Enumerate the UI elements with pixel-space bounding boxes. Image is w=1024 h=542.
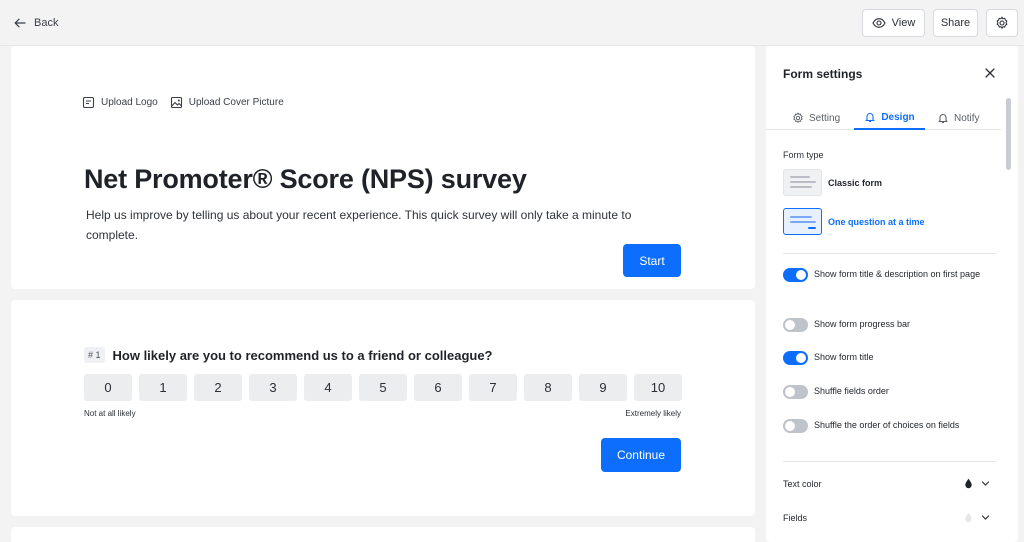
scale-option-10[interactable]: 10: [634, 374, 682, 401]
one-question-thumbnail: [783, 208, 822, 235]
scale-option-6[interactable]: 6: [414, 374, 462, 401]
classic-form-thumbnail: [783, 169, 822, 196]
scale-option-0[interactable]: 0: [84, 374, 132, 401]
fields-color-picker[interactable]: [963, 512, 990, 523]
show-title-desc-label: Show form title & description on first p…: [814, 269, 981, 279]
fields-row: Fields: [783, 512, 990, 523]
scale-option-3[interactable]: 3: [249, 374, 297, 401]
next-card: [11, 527, 755, 542]
scale-option-7[interactable]: 7: [469, 374, 517, 401]
shuffle-choices-toggle[interactable]: [783, 419, 808, 433]
view-label: View: [891, 17, 916, 29]
form-description[interactable]: Help us improve by telling us about your…: [86, 205, 666, 245]
back-button[interactable]: Back: [14, 14, 58, 32]
scale-option-8[interactable]: 8: [524, 374, 572, 401]
upload-cover-label: Upload Cover Picture: [188, 97, 284, 108]
settings-tabs: Setting Design Notify: [766, 104, 1001, 130]
show-title-toggle[interactable]: [783, 351, 808, 365]
shuffle-fields-toggle[interactable]: [783, 385, 808, 399]
share-button[interactable]: Share: [933, 9, 978, 37]
upload-logo-label: Upload Logo: [101, 97, 158, 108]
view-button[interactable]: View: [862, 9, 925, 37]
scale-high-label: Extremely likely: [625, 409, 681, 418]
tab-design-label: Design: [881, 111, 915, 123]
scale-low-label: Not at all likely: [84, 409, 136, 418]
tab-design[interactable]: Design: [854, 106, 925, 130]
shuffle-fields-label: Shuffle fields order: [814, 386, 889, 396]
toggle-row-show-title: Show form title: [783, 351, 998, 366]
share-label: Share: [940, 17, 971, 29]
eye-icon: [872, 18, 886, 28]
tab-notify-label: Notify: [954, 112, 980, 124]
back-label: Back: [34, 17, 59, 29]
logo-icon: [82, 96, 95, 109]
show-progress-toggle[interactable]: [783, 318, 808, 332]
arrow-left-icon: [14, 18, 26, 28]
show-title-label: Show form title: [814, 352, 874, 362]
panel-scrollbar[interactable]: [1006, 98, 1011, 170]
scale-option-4[interactable]: 4: [304, 374, 352, 401]
question-header: # 1 How likely are you to recommend us t…: [84, 347, 493, 363]
continue-button[interactable]: Continue: [601, 438, 681, 472]
tab-setting[interactable]: Setting: [792, 106, 840, 130]
scale-option-9[interactable]: 9: [579, 374, 627, 401]
tab-setting-label: Setting: [809, 112, 841, 124]
upload-toolbar: Upload Logo Upload Cover Picture: [82, 96, 284, 109]
image-icon: [170, 96, 182, 109]
question-number: # 1: [84, 347, 105, 363]
one-question-label: One question at a time: [828, 216, 925, 227]
toggle-row-shuffle-fields: Shuffle fields order: [783, 385, 998, 400]
text-color-label: Text color: [783, 478, 822, 489]
form-settings-panel: Form settings Setting Design Notify Form…: [766, 46, 1018, 542]
show-title-desc-toggle[interactable]: [783, 268, 808, 282]
droplet-icon: [965, 478, 972, 489]
bell-icon: [938, 114, 948, 124]
divider: [783, 253, 996, 254]
text-color-picker[interactable]: [963, 478, 990, 489]
divider: [783, 461, 996, 462]
fields-label: Fields: [783, 512, 808, 523]
top-bar: Back View Share: [0, 0, 1024, 46]
gear-icon: [793, 112, 803, 123]
question-text[interactable]: How likely are you to recommend us to a …: [113, 348, 493, 363]
intro-card: Upload Logo Upload Cover Picture Net Pro…: [11, 46, 755, 289]
shuffle-choices-label: Shuffle the order of choices on fields: [814, 420, 960, 430]
panel-title: Form settings: [783, 67, 863, 81]
upload-cover-button[interactable]: Upload Cover Picture: [170, 96, 284, 109]
question-card: # 1 How likely are you to recommend us t…: [11, 300, 755, 516]
toggle-row-show-progress: Show form progress bar: [783, 318, 998, 333]
classic-form-label: Classic form: [828, 177, 883, 188]
toggle-row-shuffle-choices: Shuffle the order of choices on fields: [783, 419, 998, 434]
close-icon[interactable]: [984, 67, 996, 79]
scale-option-2[interactable]: 2: [194, 374, 242, 401]
tab-notify[interactable]: Notify: [937, 106, 980, 130]
form-type-classic[interactable]: Classic form: [783, 169, 882, 196]
scale-option-5[interactable]: 5: [359, 374, 407, 401]
form-type-one-question[interactable]: One question at a time: [783, 208, 925, 235]
show-progress-label: Show form progress bar: [814, 319, 911, 329]
gear-icon: [996, 16, 1008, 29]
chevron-down-icon: [981, 481, 990, 486]
form-type-label: Form type: [783, 150, 824, 160]
droplet-icon: [965, 512, 972, 523]
scale-option-1[interactable]: 1: [139, 374, 187, 401]
upload-logo-button[interactable]: Upload Logo: [82, 96, 158, 109]
form-title[interactable]: Net Promoter® Score (NPS) survey: [84, 164, 527, 195]
text-color-row: Text color: [783, 478, 990, 489]
bell-icon: [865, 113, 875, 123]
start-button[interactable]: Start: [623, 244, 681, 277]
toggle-row-show-title-desc: Show form title & description on first p…: [783, 268, 998, 283]
settings-button[interactable]: [986, 9, 1018, 37]
nps-scale: 0 1 2 3 4 5 6 7 8 9 10: [84, 374, 682, 401]
chevron-down-icon: [981, 515, 990, 520]
